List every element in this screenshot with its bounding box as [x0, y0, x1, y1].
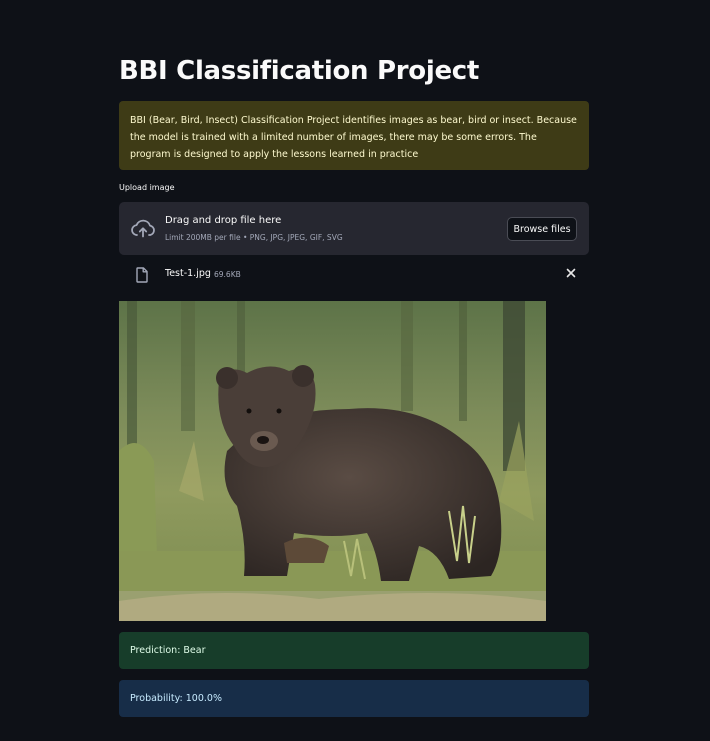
- description-box: BBI (Bear, Bird, Insect) Classification …: [119, 101, 589, 170]
- description-text: BBI (Bear, Bird, Insect) Classification …: [130, 115, 577, 160]
- uploaded-file-row: Test-1.jpg 69.6KB: [119, 262, 589, 288]
- page-title: BBI Classification Project: [119, 56, 480, 86]
- uploaded-bear-photo: [119, 301, 546, 621]
- close-icon[interactable]: [566, 268, 576, 278]
- uploaded-file-name: Test-1.jpg: [165, 268, 211, 279]
- dropzone-limit: Limit 200MB per file • PNG, JPG, JPEG, G…: [165, 233, 343, 242]
- browse-files-button[interactable]: Browse files: [507, 217, 577, 241]
- probability-alert: Probability: 100.0%: [119, 680, 589, 717]
- dropzone-title: Drag and drop file here: [165, 215, 282, 226]
- uploaded-file-size: 69.6KB: [214, 270, 241, 279]
- app-page: BBI Classification Project BBI (Bear, Bi…: [0, 0, 710, 741]
- file-icon: [136, 267, 148, 283]
- file-dropzone[interactable]: Drag and drop file here Limit 200MB per …: [119, 202, 589, 255]
- cloud-upload-icon: [131, 219, 155, 238]
- prediction-alert: Prediction: Bear: [119, 632, 589, 669]
- upload-label: Upload image: [119, 183, 175, 192]
